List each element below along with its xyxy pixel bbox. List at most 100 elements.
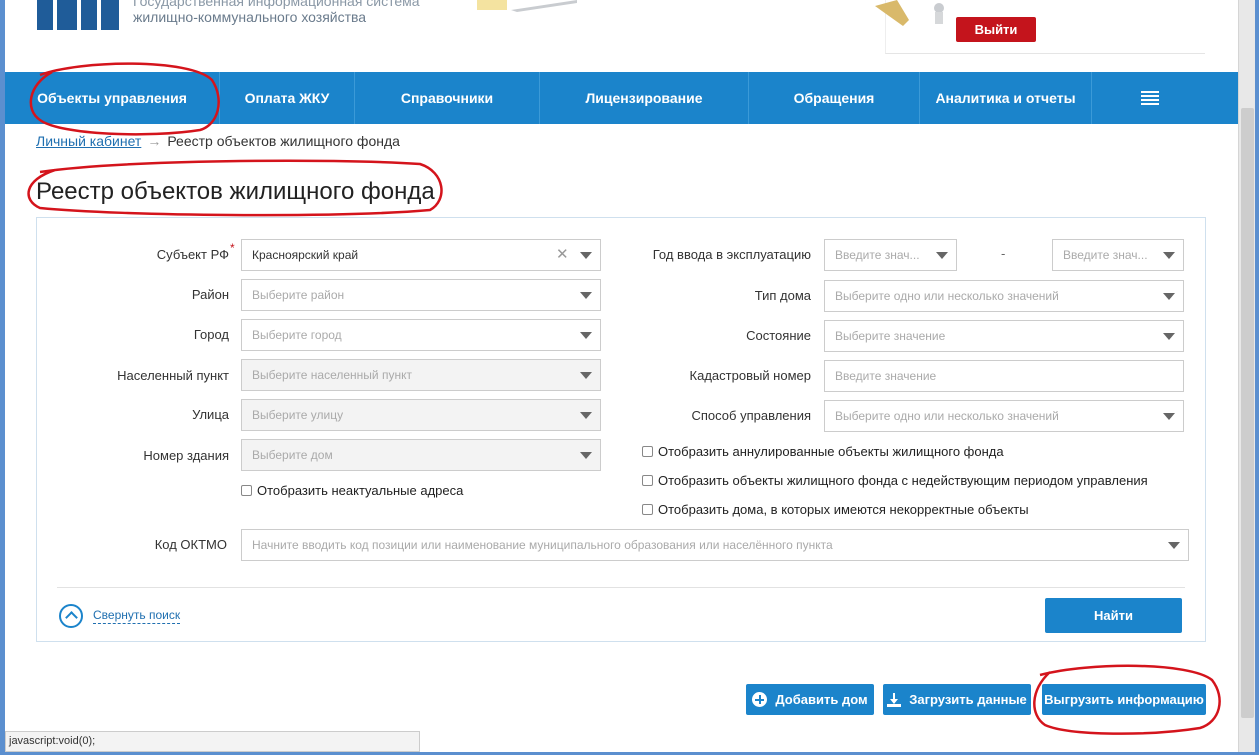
window-frame-right bbox=[1255, 0, 1259, 755]
upload-data-button[interactable]: Загрузить данные bbox=[883, 684, 1031, 715]
panel-divider bbox=[57, 587, 1185, 588]
show-incorrect-label: Отобразить дома, в которых имеются некор… bbox=[658, 502, 1029, 517]
chevron-down-icon bbox=[580, 452, 592, 459]
show-inactive-period-label: Отобразить объекты жилищного фонда с нед… bbox=[658, 473, 1148, 488]
chevron-down-icon bbox=[580, 332, 592, 339]
settlement-label: Населенный пункт bbox=[117, 368, 229, 383]
city-placeholder: Выберите город bbox=[252, 328, 342, 342]
subject-label: Субъект РФ bbox=[156, 247, 229, 262]
checkbox-icon[interactable] bbox=[642, 446, 653, 457]
breadcrumb: Личный кабинет → Реестр объектов жилищно… bbox=[36, 133, 400, 149]
state-select[interactable]: Выберите значение bbox=[824, 320, 1184, 352]
nav-item-analytics[interactable]: Аналитика и отчеты bbox=[920, 72, 1092, 124]
system-title-line2: жилищно-коммунального хозяйства bbox=[133, 9, 367, 25]
settlement-placeholder: Выберите населенный пункт bbox=[252, 368, 412, 382]
building-label: Номер здания bbox=[143, 448, 229, 463]
management-select[interactable]: Выберите одно или несколько значений bbox=[824, 400, 1184, 432]
page-title: Реестр объектов жилищного фонда bbox=[36, 178, 435, 205]
collapse-search-link[interactable]: Свернуть поиск bbox=[59, 604, 181, 628]
nav-item-management-objects[interactable]: Объекты управления bbox=[5, 72, 220, 124]
export-info-button[interactable]: Выгрузить информацию bbox=[1042, 684, 1206, 715]
clear-icon[interactable]: ✕ bbox=[556, 246, 570, 264]
required-mark: * bbox=[230, 241, 235, 255]
district-placeholder: Выберите район bbox=[252, 288, 345, 302]
show-incorrect-checkbox[interactable]: Отобразить дома, в которых имеются некор… bbox=[642, 502, 1029, 517]
district-label: Район bbox=[191, 287, 229, 302]
city-select[interactable]: Выберите город bbox=[241, 319, 601, 351]
checkbox-icon[interactable] bbox=[241, 485, 252, 496]
chevron-down-icon bbox=[1163, 293, 1175, 300]
gis-logo[interactable] bbox=[37, 0, 119, 30]
building-select[interactable]: Выберите дом bbox=[241, 439, 601, 471]
key-illustration-icon bbox=[875, 0, 944, 26]
chevron-down-icon bbox=[1163, 252, 1175, 259]
year-from-placeholder: Введите знач... bbox=[835, 248, 920, 262]
scrollbar-thumb[interactable] bbox=[1241, 108, 1254, 718]
chevron-up-circle-icon[interactable] bbox=[59, 604, 83, 628]
main-nav: Объекты управления Оплата ЖКУ Справочник… bbox=[5, 72, 1238, 124]
show-outdated-label: Отобразить неактуальные адреса bbox=[257, 483, 464, 498]
subject-value: Красноярский край bbox=[252, 248, 359, 262]
nav-menu-button[interactable] bbox=[1092, 72, 1207, 124]
show-annulled-checkbox[interactable]: Отобразить аннулированные объекты жилищн… bbox=[642, 444, 1004, 459]
breadcrumb-arrow-icon: → bbox=[147, 133, 162, 149]
find-button[interactable]: Найти bbox=[1045, 598, 1182, 633]
export-info-label: Выгрузить информацию bbox=[1044, 692, 1204, 707]
year-to-select[interactable]: Введите знач... bbox=[1052, 239, 1184, 271]
year-to-placeholder: Введите знач... bbox=[1063, 248, 1148, 262]
cadastral-input[interactable]: Введите значение bbox=[824, 360, 1184, 392]
system-title: Государственная информационная система ж… bbox=[133, 0, 420, 25]
chevron-down-icon bbox=[580, 252, 592, 259]
add-house-label: Добавить дом bbox=[775, 692, 868, 707]
year-from-select[interactable]: Введите знач... bbox=[824, 239, 957, 271]
chevron-down-icon bbox=[1163, 413, 1175, 420]
logout-button[interactable]: Выйти bbox=[956, 17, 1036, 42]
street-select[interactable]: Выберите улицу bbox=[241, 399, 601, 431]
house-type-select[interactable]: Выберите одно или несколько значений bbox=[824, 280, 1184, 312]
cadastral-label: Кадастровый номер bbox=[689, 368, 811, 383]
year-label: Год ввода в эксплуатацию bbox=[652, 247, 811, 262]
add-house-button[interactable]: Добавить дом bbox=[746, 684, 874, 715]
street-placeholder: Выберите улицу bbox=[252, 408, 344, 422]
chevron-down-icon bbox=[580, 412, 592, 419]
upload-data-label: Загрузить данные bbox=[909, 692, 1027, 707]
nav-item-directories[interactable]: Справочники bbox=[355, 72, 540, 124]
show-annulled-label: Отобразить аннулированные объекты жилищн… bbox=[658, 444, 1004, 459]
show-inactive-period-checkbox[interactable]: Отобразить объекты жилищного фонда с нед… bbox=[642, 473, 1148, 488]
download-icon bbox=[887, 692, 902, 707]
chevron-down-icon bbox=[1168, 542, 1180, 549]
oktmo-select[interactable]: Начните вводить код позиции или наименов… bbox=[241, 529, 1189, 561]
settlement-select[interactable]: Выберите населенный пункт bbox=[241, 359, 601, 391]
chevron-down-icon bbox=[936, 252, 948, 259]
house-type-label: Тип дома bbox=[754, 288, 811, 303]
hamburger-icon bbox=[1140, 91, 1159, 105]
checkbox-icon[interactable] bbox=[642, 504, 653, 515]
cadastral-placeholder: Введите значение bbox=[835, 369, 937, 383]
collapse-search-label[interactable]: Свернуть поиск bbox=[93, 608, 181, 624]
nav-item-utility-payment[interactable]: Оплата ЖКУ bbox=[220, 72, 355, 124]
oktmo-label: Код ОКТМО bbox=[154, 537, 227, 552]
search-filter-panel: Субъект РФ * Красноярский край ✕ Район В… bbox=[36, 217, 1206, 642]
breadcrumb-link-cabinet[interactable]: Личный кабинет bbox=[36, 133, 141, 149]
plus-circle-icon bbox=[752, 692, 768, 707]
subject-select[interactable]: Красноярский край ✕ bbox=[241, 239, 601, 271]
nav-item-appeals[interactable]: Обращения bbox=[749, 72, 920, 124]
city-label: Город bbox=[193, 327, 229, 342]
nav-item-licensing[interactable]: Лицензирование bbox=[540, 72, 749, 124]
state-placeholder: Выберите значение bbox=[835, 329, 946, 343]
chevron-down-icon bbox=[580, 372, 592, 379]
site-header: Государственная информационная система ж… bbox=[5, 0, 1238, 72]
breadcrumb-current: Реестр объектов жилищного фонда bbox=[167, 133, 400, 149]
street-label: Улица bbox=[192, 407, 229, 422]
checkbox-icon[interactable] bbox=[642, 475, 653, 486]
management-label: Способ управления bbox=[691, 408, 812, 423]
vertical-scrollbar[interactable] bbox=[1238, 0, 1255, 752]
chevron-down-icon bbox=[580, 292, 592, 299]
district-select[interactable]: Выберите район bbox=[241, 279, 601, 311]
system-title-line1: Государственная информационная система bbox=[133, 0, 420, 9]
house-type-placeholder: Выберите одно или несколько значений bbox=[835, 289, 1059, 303]
show-outdated-checkbox[interactable]: Отобразить неактуальные адреса bbox=[241, 483, 463, 498]
envelope-illustration-icon bbox=[477, 0, 577, 12]
oktmo-placeholder: Начните вводить код позиции или наименов… bbox=[252, 538, 833, 552]
state-label: Состояние bbox=[746, 328, 811, 343]
